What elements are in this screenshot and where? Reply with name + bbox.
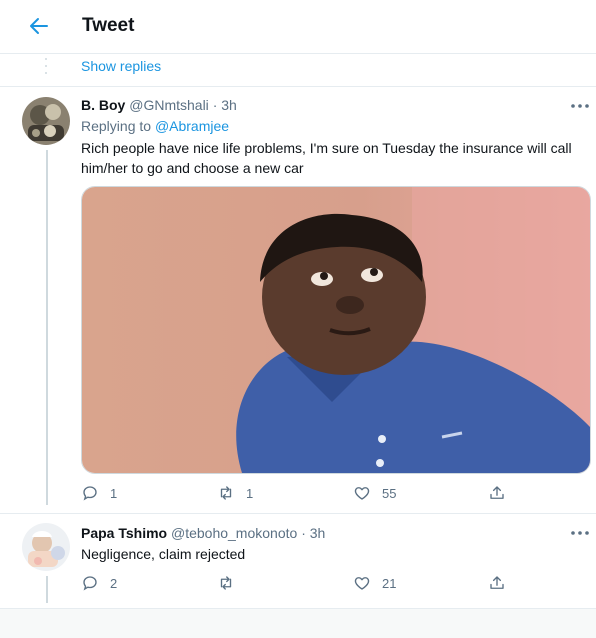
replying-to: Replying to @Abramjee <box>81 118 229 134</box>
share-button[interactable] <box>488 483 506 503</box>
reply-count: 2 <box>110 575 118 591</box>
show-replies-link[interactable]: Show replies <box>81 58 161 74</box>
author-handle[interactable]: @teboho_mokonoto <box>171 525 297 541</box>
retweet-icon <box>220 486 232 500</box>
page-background <box>0 609 596 638</box>
thread-line <box>46 150 48 505</box>
like-button[interactable]: 55 <box>353 483 396 503</box>
avatar[interactable] <box>22 97 70 145</box>
thread-line <box>46 576 48 603</box>
share-icon <box>490 486 504 499</box>
tweet-text: Negligence, claim rejected <box>81 546 246 562</box>
tweet-image[interactable] <box>81 186 591 474</box>
retweet-count: 1 <box>246 485 254 501</box>
separator-dot: · <box>212 97 218 113</box>
replying-label: Replying to <box>81 118 152 134</box>
replying-handle-link[interactable]: @Abramjee <box>155 118 229 134</box>
timestamp[interactable]: 3h <box>310 525 326 541</box>
reply-button[interactable]: 1 <box>81 483 117 503</box>
author-name[interactable]: B. Boy <box>81 97 125 113</box>
photo-boy <box>82 187 590 473</box>
like-icon <box>354 577 370 590</box>
share-icon <box>490 576 504 589</box>
like-count: 21 <box>382 575 397 591</box>
thread-dots <box>45 58 47 74</box>
retweet-button[interactable]: 1 <box>217 483 253 503</box>
share-button[interactable] <box>488 573 506 593</box>
more-icon[interactable] <box>569 99 591 113</box>
back-arrow-icon[interactable] <box>27 14 51 38</box>
more-icon[interactable] <box>569 526 591 540</box>
tweet-author: B. Boy @GNmtshali · 3h <box>81 97 237 113</box>
like-icon <box>354 487 370 500</box>
retweet-icon <box>220 576 232 590</box>
author-handle[interactable]: @GNmtshali <box>129 97 209 113</box>
timestamp[interactable]: 3h <box>221 97 237 113</box>
author-name[interactable]: Papa Tshimo <box>81 525 167 541</box>
divider <box>0 513 596 514</box>
retweet-button[interactable] <box>217 573 246 593</box>
separator-dot: · <box>301 525 306 541</box>
tweet-author: Papa Tshimo @teboho_mokonoto · 3h <box>81 525 325 541</box>
tweet-text: Rich people have nice life problems, I'm… <box>81 140 572 176</box>
page-title: Tweet <box>82 15 135 36</box>
like-count: 55 <box>382 485 397 501</box>
avatar[interactable] <box>22 523 70 571</box>
tweet-column: Tweet Show replies B. Boy @GNmtshali · 3… <box>0 0 596 609</box>
like-button[interactable]: 21 <box>353 573 396 593</box>
reply-icon <box>83 576 97 591</box>
divider <box>0 86 596 87</box>
reply-count: 1 <box>110 485 118 501</box>
header: Tweet <box>0 0 596 54</box>
reply-button[interactable]: 2 <box>81 573 117 593</box>
reply-icon <box>83 486 97 501</box>
